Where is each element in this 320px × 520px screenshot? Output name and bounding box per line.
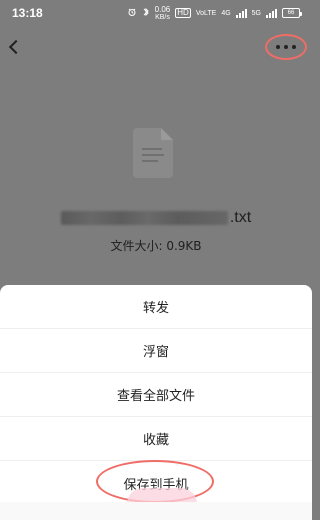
battery-icon: 66 — [282, 8, 302, 18]
bluetooth-icon — [142, 7, 150, 20]
ellipsis-icon — [276, 45, 280, 49]
home-bar — [0, 502, 312, 520]
menu-item-favorite[interactable]: 收藏 — [0, 417, 312, 461]
alarm-icon — [127, 7, 137, 20]
more-button[interactable] — [265, 34, 307, 60]
status-time: 13:18 — [12, 6, 43, 20]
status-icons: 0.06 KB/s HD VoLTE 4G 5G 66 — [127, 4, 302, 21]
hd-badge: HD — [175, 8, 191, 18]
file-name: .txt — [0, 207, 312, 227]
ellipsis-icon — [284, 45, 288, 49]
document-icon — [133, 128, 173, 178]
signal-label-2: 5G — [251, 9, 261, 17]
menu-item-view-all-files[interactable]: 查看全部文件 — [0, 373, 312, 417]
redacted-filename — [60, 210, 228, 225]
network-speed: 0.06 KB/s — [154, 4, 171, 21]
menu-item-forward[interactable]: 转发 — [0, 285, 312, 329]
chevron-left-icon[interactable] — [8, 39, 24, 55]
network-speed-value: 0.06 — [154, 4, 171, 14]
menu-item-floating-window[interactable]: 浮窗 — [0, 329, 312, 373]
signal-icon — [235, 8, 247, 18]
signal-label-1: 4G — [221, 9, 231, 17]
status-bar: 13:18 0.06 KB/s HD VoLTE 4G 5G 66 — [0, 0, 312, 26]
signal-icon-2 — [266, 8, 277, 18]
volte-label: VoLTE — [195, 9, 217, 17]
file-size: 文件大小: 0.9KB — [110, 239, 202, 253]
ellipsis-icon — [292, 45, 296, 49]
file-extension: .txt — [229, 208, 252, 226]
network-speed-unit: KB/s — [155, 13, 170, 21]
